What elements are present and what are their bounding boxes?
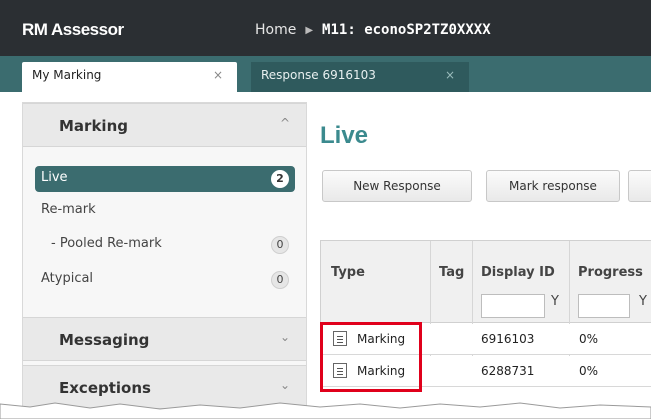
row-progress: 0% (579, 332, 599, 346)
close-icon[interactable]: × (445, 68, 455, 82)
chevron-down-icon: ⌄ (279, 330, 290, 344)
truncated-button[interactable] (628, 170, 651, 202)
column-header-progress[interactable]: Progress (578, 265, 643, 280)
sidebar-item-pooled-re-mark[interactable]: - Pooled Re-mark 0 (35, 232, 295, 258)
table-header: Type Tag Display ID Progress Y Y (321, 241, 651, 323)
sidebar-item-label: - Pooled Re-mark (51, 236, 162, 251)
filter-icon[interactable]: Y (551, 294, 559, 309)
sidebar: Marking ^ Live 2 Re-mark - Pooled Re-mar… (22, 102, 307, 419)
page-title: Live (320, 122, 369, 149)
sidebar-item-re-mark[interactable]: Re-mark (35, 198, 295, 224)
tab-my-marking[interactable]: My Marking × (22, 62, 237, 92)
breadcrumb-home[interactable]: Home (255, 22, 296, 38)
tab-label: Response 6916103 (261, 68, 376, 82)
app-brand: RM Assessor (22, 20, 124, 39)
column-header-tag[interactable]: Tag (439, 265, 464, 280)
section-title: Messaging (59, 331, 150, 349)
column-header-type[interactable]: Type (331, 265, 365, 280)
top-bar: RM Assessor Home ▶ M11: econoSP2TZ0XXXX (0, 0, 651, 56)
tab-response[interactable]: Response 6916103 × (251, 62, 469, 92)
tab-strip: My Marking × Response 6916103 × (0, 56, 651, 92)
count-badge: 0 (271, 271, 289, 289)
sidebar-item-label: Atypical (41, 271, 94, 286)
row-display-id: 6288731 (481, 364, 535, 378)
close-icon[interactable]: × (213, 68, 223, 82)
main-area: Marking ^ Live 2 Re-mark - Pooled Re-mar… (22, 92, 651, 419)
column-header-display-id[interactable]: Display ID (481, 265, 555, 280)
chevron-up-icon: ^ (279, 116, 290, 130)
sidebar-item-label: Live (41, 170, 68, 185)
progress-filter-input[interactable] (578, 294, 630, 318)
highlight-annotation-box (320, 322, 422, 392)
chevron-down-icon: ⌄ (279, 378, 290, 392)
filter-icon[interactable]: Y (639, 294, 647, 309)
sidebar-item-atypical[interactable]: Atypical 0 (35, 267, 295, 293)
display-id-filter-input[interactable] (481, 294, 545, 318)
mark-response-button[interactable]: Mark response (486, 170, 620, 202)
new-response-button[interactable]: New Response (322, 170, 472, 202)
row-progress: 0% (579, 364, 599, 378)
breadcrumb: Home ▶ M11: econoSP2TZ0XXXX (255, 22, 491, 38)
sidebar-item-label: Re-mark (41, 202, 96, 217)
section-title: Marking (59, 117, 128, 135)
torn-edge-decoration (0, 402, 651, 419)
section-marking-header[interactable]: Marking ^ (23, 103, 306, 147)
sidebar-item-live[interactable]: Live 2 (35, 166, 295, 192)
count-badge: 0 (271, 236, 289, 254)
breadcrumb-separator-icon: ▶ (305, 24, 314, 36)
section-title: Exceptions (59, 379, 151, 397)
breadcrumb-current: M11: econoSP2TZ0XXXX (322, 22, 491, 38)
tab-label: My Marking (32, 68, 102, 82)
row-display-id: 6916103 (481, 332, 535, 346)
section-messaging-header[interactable]: Messaging ⌄ (23, 317, 306, 361)
count-badge: 2 (271, 170, 289, 188)
